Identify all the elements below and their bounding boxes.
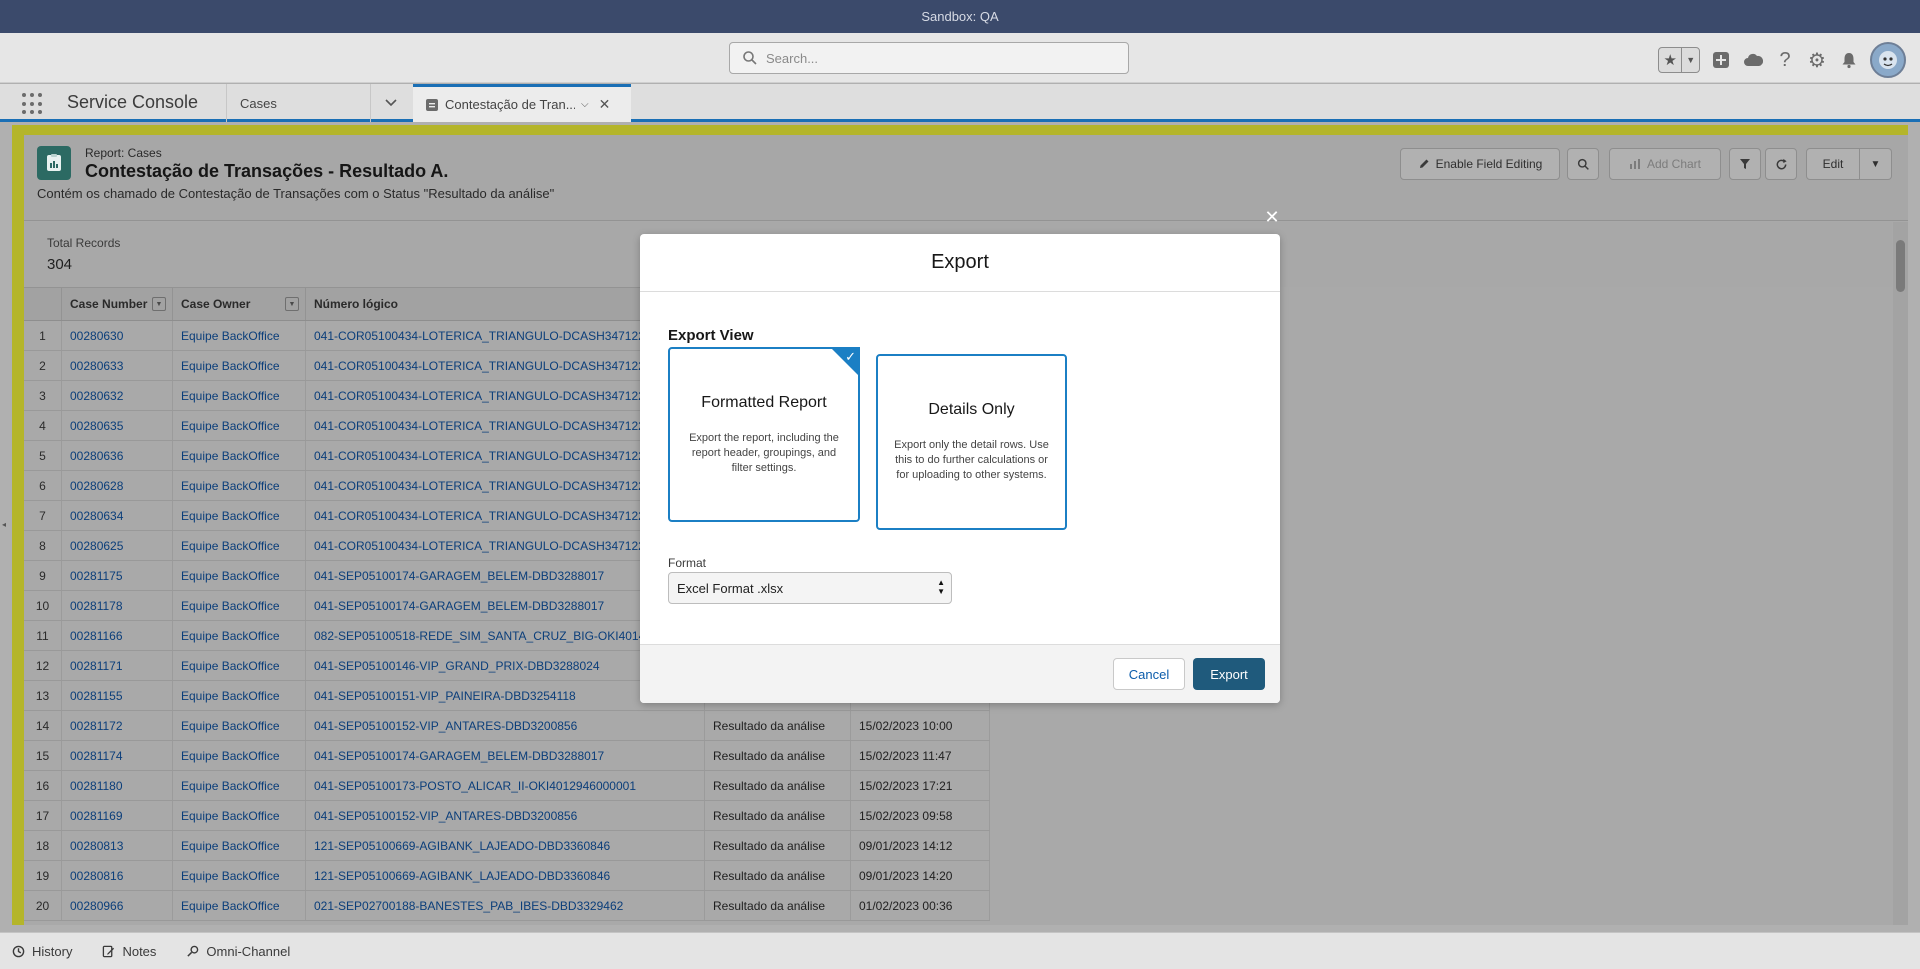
select-arrows-icon: ▲ ▼	[937, 578, 945, 596]
option-description: Export only the detail rows. Use this to…	[894, 439, 1049, 481]
option-title: Formatted Report	[701, 394, 827, 411]
option-description: Export the report, including the report …	[689, 432, 839, 474]
cancel-button[interactable]: Cancel	[1113, 658, 1185, 690]
option-title: Details Only	[928, 401, 1015, 418]
details-only-option[interactable]: Details Only Export only the detail rows…	[876, 354, 1067, 530]
format-select-value: Excel Format .xlsx	[677, 580, 784, 596]
export-view-heading: Export View	[668, 327, 754, 344]
formatted-report-option[interactable]: ✓ Formatted Report Export the report, in…	[668, 347, 860, 522]
close-icon[interactable]: ✕	[1262, 207, 1282, 227]
modal-body: Export View ✓ Formatted Report Export th…	[640, 292, 1280, 644]
modal-footer: Cancel Export	[640, 644, 1280, 703]
modal-title: Export	[640, 234, 1280, 292]
format-label: Format	[668, 556, 707, 570]
export-button[interactable]: Export	[1193, 658, 1265, 690]
format-select[interactable]: Excel Format .xlsx ▲ ▼	[668, 572, 952, 604]
export-modal: Export Export View ✓ Formatted Report Ex…	[640, 234, 1280, 703]
check-icon: ✓	[845, 349, 856, 364]
